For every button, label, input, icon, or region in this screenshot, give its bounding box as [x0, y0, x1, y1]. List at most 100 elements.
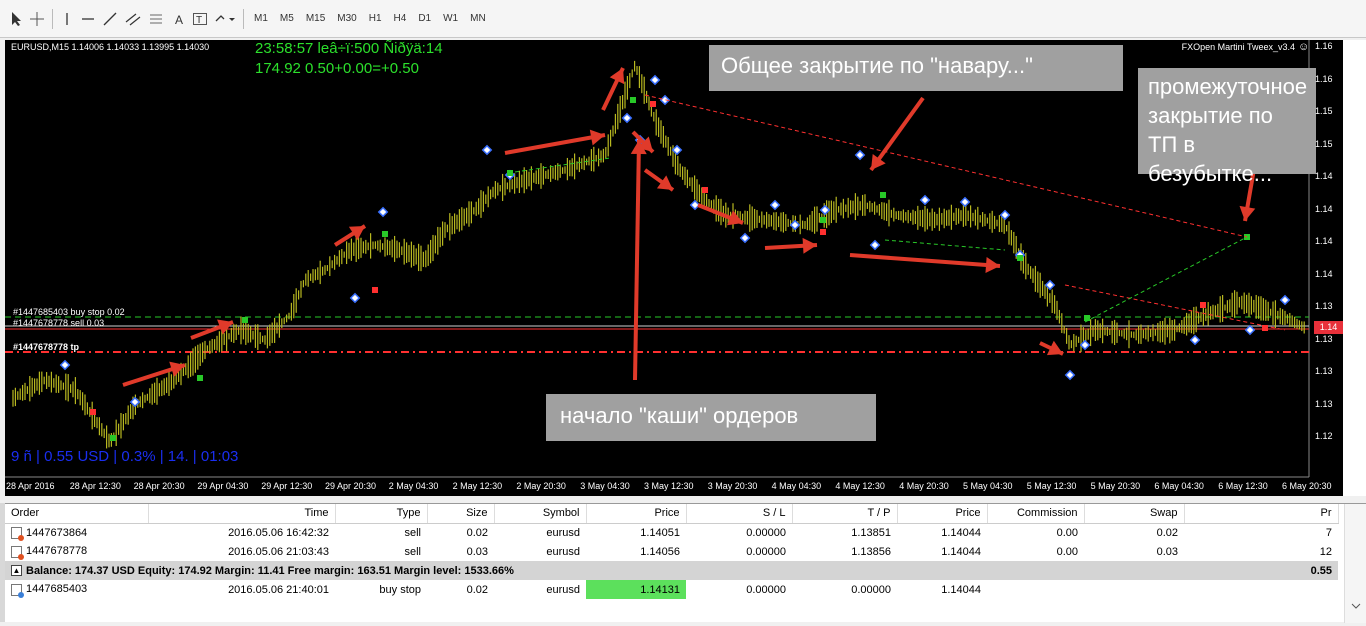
buy-order-marker: [819, 204, 831, 216]
price-tick-label: 1.13: [1315, 398, 1333, 409]
cell-text: 1.14044: [941, 526, 981, 539]
time-tick-label: 6 May 20:30: [1282, 481, 1332, 491]
fibonacci-icon[interactable]: [145, 8, 169, 30]
timeframe-d1-button[interactable]: D1: [412, 8, 437, 30]
timeframe-m30-button[interactable]: M30: [331, 8, 362, 30]
column-header[interactable]: Time: [148, 504, 336, 524]
open-order-icon: [11, 545, 24, 560]
column-header[interactable]: Price: [586, 504, 687, 524]
buy-order-marker: [1064, 369, 1076, 381]
annotation-general-close: Общее закрытие по "навару...": [709, 45, 1123, 91]
buy-order-marker: [769, 199, 781, 211]
cell-text: 0.00000: [746, 545, 786, 558]
column-header[interactable]: Order: [5, 504, 149, 524]
trade-row[interactable]: 1447685403 2016.05.06 21:40:01 buy stop 0.0…: [5, 580, 1338, 599]
column-header[interactable]: Type: [335, 504, 428, 524]
column-header[interactable]: Price: [897, 504, 988, 524]
price-tick-label: 1.14: [1315, 236, 1333, 246]
cell-text: eurusd: [546, 583, 580, 596]
trade-row[interactable]: 1447678778 2016.05.06 21:03:43 sell 0.03 eur…: [5, 542, 1338, 561]
cell-price2: 1.14044: [897, 580, 987, 599]
column-header[interactable]: T / P: [792, 504, 898, 524]
timeframe-mn-button[interactable]: MN: [464, 8, 492, 30]
chart-toolbar: A T M1 M5 M15 M30 H1 H4 D1 W1 MN: [0, 0, 1366, 38]
buy-order-marker: [349, 292, 361, 304]
cell-text: 0.03: [466, 545, 488, 558]
cell-text: 1.14131: [640, 583, 680, 596]
timeframe-m5-button[interactable]: M5: [274, 8, 300, 30]
cell-sl: 0.00000: [686, 542, 792, 561]
cell-text: buy stop: [379, 583, 421, 596]
cell-text: 12: [1319, 545, 1332, 558]
buy-order-marker: [689, 199, 701, 211]
buy-order-marker: [649, 74, 661, 86]
column-header[interactable]: Symbol: [494, 504, 587, 524]
text-icon[interactable]: A: [169, 8, 189, 30]
buy-order-marker: [739, 232, 751, 244]
buy-order-marker: [671, 144, 683, 156]
ea-stats-line: 9 ñ | 0.55 USD | 0.3% | 14. | 01:03: [11, 448, 239, 465]
timeframe-h1-button[interactable]: H1: [363, 8, 388, 30]
toolbar-separator: [52, 8, 53, 29]
balance-profit: 0.55: [1184, 561, 1338, 580]
price-tick-label: 1.16: [1315, 73, 1333, 84]
price-tick-label: 1.14: [1315, 268, 1333, 279]
sell-order-marker: [702, 187, 708, 193]
pending-order-icon: [11, 583, 24, 598]
timeframe-w1-button[interactable]: W1: [437, 8, 464, 30]
cell-price2: 1.14044: [897, 542, 987, 561]
text-label-icon[interactable]: T: [189, 8, 211, 30]
cursor-icon[interactable]: [6, 8, 26, 30]
svg-text:A: A: [175, 13, 183, 27]
cell-price: 1.14051: [586, 523, 686, 542]
price-chart[interactable]: EURUSD,M15 1.14006 1.14033 1.13995 1.140…: [5, 40, 1343, 496]
time-tick-label: 4 May 20:30: [899, 481, 949, 491]
price-tick-label: 1.14: [1315, 171, 1333, 181]
cell-commission: [987, 580, 1084, 599]
cell-text: 0.00000: [746, 526, 786, 539]
filled-order-marker: [820, 217, 826, 223]
time-tick-label: 2 May 20:30: [516, 481, 566, 491]
column-header[interactable]: Swap: [1084, 504, 1185, 524]
vertical-line-icon[interactable]: [57, 8, 77, 30]
annotation-mess-start: начало "каши" ордеров: [546, 394, 876, 441]
filled-order-marker: [382, 231, 388, 237]
cell-tp: 1.13856: [792, 542, 897, 561]
cell-commission: 0.00: [987, 523, 1084, 542]
time-tick-label: 2 May 04:30: [388, 481, 439, 491]
symbol-caption: EURUSD,M15 1.14006 1.14033 1.13995 1.140…: [11, 42, 210, 52]
trade-row[interactable]: 1447673864 2016.05.06 16:42:32 sell 0.02 eur…: [5, 523, 1338, 542]
cell-symbol: eurusd: [494, 523, 586, 542]
timeframe-m1-button[interactable]: M1: [248, 8, 274, 30]
cell-text: eurusd: [546, 526, 580, 539]
cell-text: 0.03: [1156, 545, 1178, 558]
tp-line-label: #1447678778 tp: [13, 342, 80, 352]
column-header[interactable]: S / L: [686, 504, 793, 524]
horizontal-line-icon[interactable]: [77, 8, 99, 30]
terminal-scrollbar[interactable]: [1344, 504, 1366, 623]
buy-order-marker: [1189, 334, 1201, 346]
cell-profit: 7: [1184, 523, 1338, 542]
chart-scrollbar[interactable]: [1343, 40, 1366, 496]
price-tick-label: 1.15: [1315, 106, 1333, 116]
cell-price2: 1.14044: [897, 523, 987, 542]
table-header: Order Time Type Size Symbol Price S / LT / P Pr…: [5, 504, 1339, 524]
price-tick-label: 1.13: [1315, 366, 1333, 376]
timeframe-h4-button[interactable]: H4: [388, 8, 413, 30]
equidistant-channel-icon[interactable]: [121, 8, 145, 30]
trendline-icon[interactable]: [99, 8, 121, 30]
smiley-icon: ☺: [1298, 41, 1310, 53]
collapse-icon[interactable]: ▲: [11, 565, 22, 577]
ea-info-line1: 23:58:57 lеâ÷ї:500 Ñiðÿä:14: [255, 40, 443, 57]
column-header[interactable]: Commission: [987, 504, 1085, 524]
sell-order-marker: [90, 409, 96, 415]
fill-link-line: [884, 239, 1006, 251]
buy-order-marker: [919, 194, 931, 206]
cell-text: 1.14051: [640, 526, 680, 539]
crosshair-icon[interactable]: [26, 8, 48, 30]
timeframe-m15-button[interactable]: M15: [300, 8, 331, 30]
arrows-icon[interactable]: [211, 8, 239, 30]
column-header[interactable]: Pr: [1184, 504, 1339, 524]
fill-link-line: [1084, 237, 1246, 323]
column-header[interactable]: Size: [427, 504, 495, 524]
